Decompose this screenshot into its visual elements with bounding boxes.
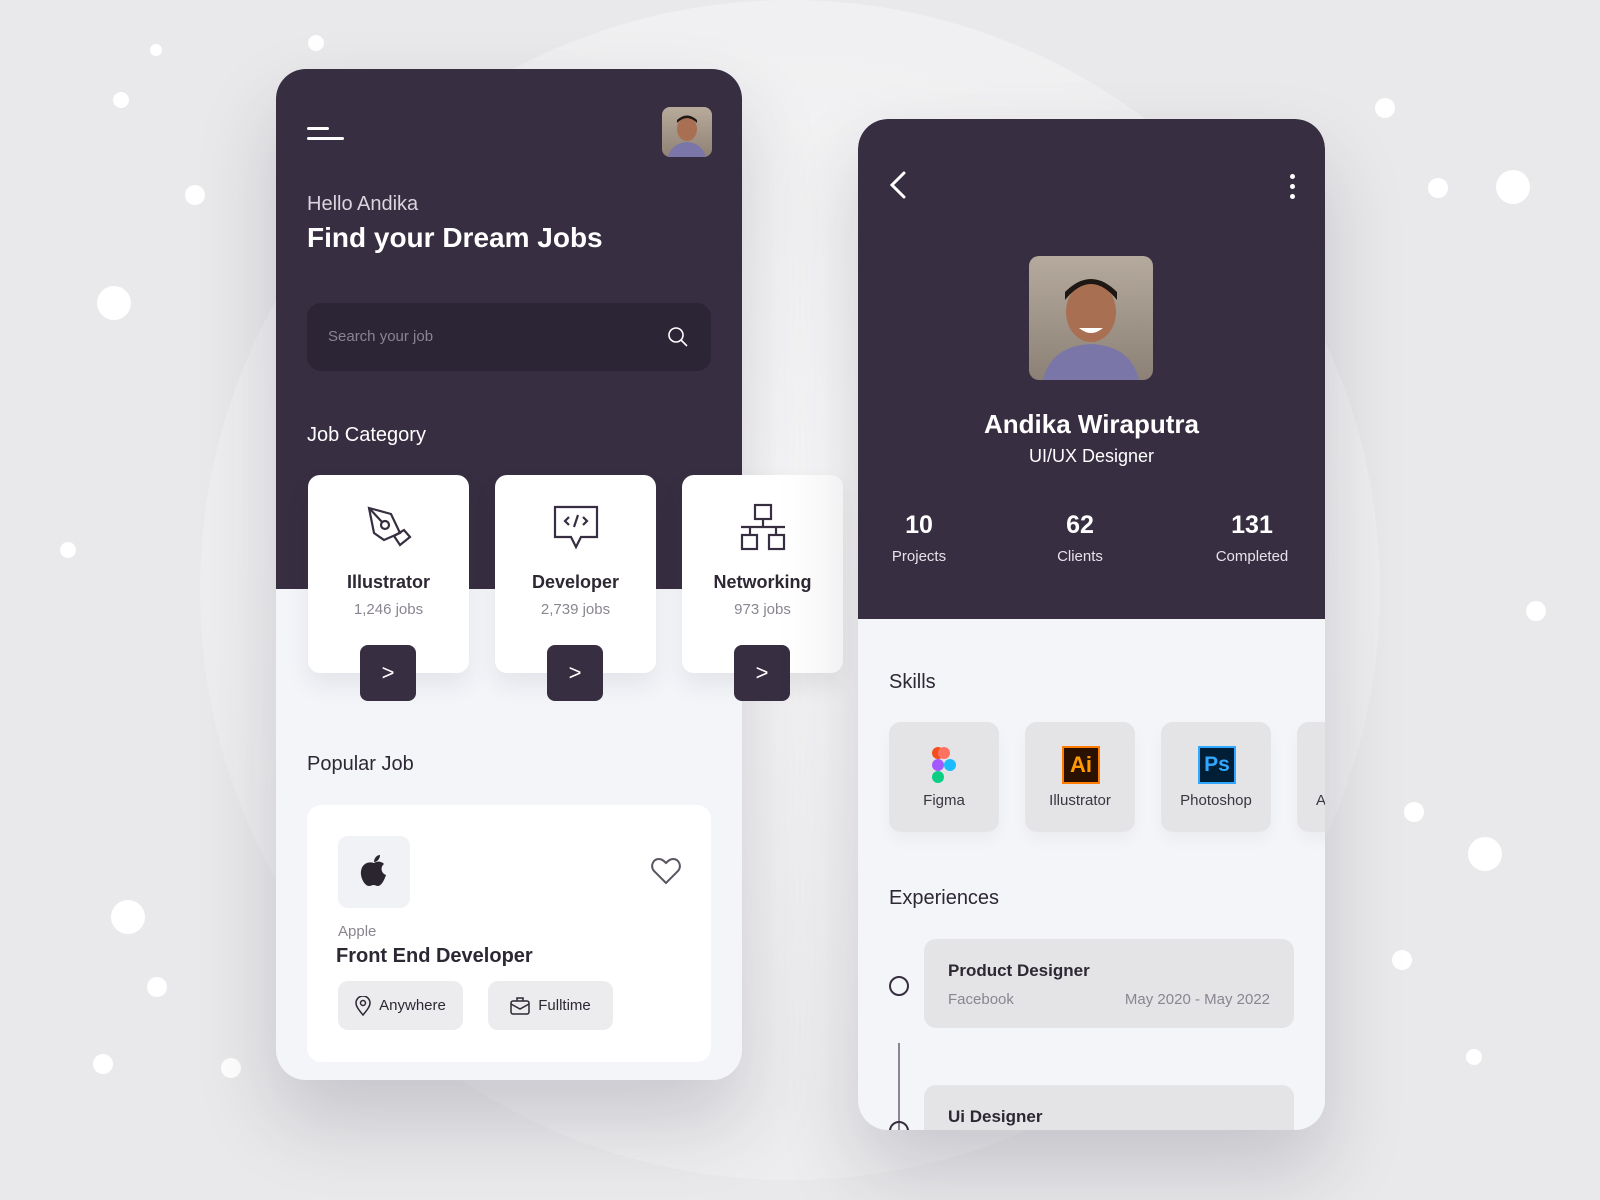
category-card-illustrator[interactable]: Illustrator 1,246 jobs > xyxy=(308,475,469,701)
stat-label: Projects xyxy=(891,548,947,565)
decor-dot xyxy=(185,185,205,205)
decor-dot xyxy=(1392,950,1412,970)
pen-tool-icon xyxy=(367,506,412,547)
location-chip[interactable]: Anywhere xyxy=(338,981,463,1030)
open-category-button[interactable]: > xyxy=(360,645,416,701)
stat-projects: 10 Projects xyxy=(858,511,989,565)
illustrator-icon: Ai xyxy=(1062,746,1100,784)
decor-dot xyxy=(1404,802,1424,822)
skill-label: Figma xyxy=(923,792,965,809)
skills-heading: Skills xyxy=(889,671,936,693)
avatar[interactable] xyxy=(662,107,712,157)
skill-photoshop[interactable]: Ps Photoshop xyxy=(1161,722,1271,832)
decor-dot xyxy=(1468,837,1502,871)
open-category-button[interactable]: > xyxy=(734,645,790,701)
timeline-line xyxy=(898,1043,900,1130)
search-placeholder: Search your job xyxy=(328,328,434,345)
skill-figma[interactable]: Figma xyxy=(889,722,999,832)
stat-completed: 131 Completed xyxy=(1182,511,1322,565)
category-name: Illustrator xyxy=(346,572,430,592)
skill-partial[interactable]: A xyxy=(1297,722,1325,832)
category-card-developer[interactable]: Developer 2,739 jobs > xyxy=(495,475,656,701)
heart-icon[interactable] xyxy=(651,857,681,885)
photoshop-icon: Ps xyxy=(1198,746,1236,784)
skill-label: Illustrator xyxy=(1049,792,1111,809)
decor-dot xyxy=(113,92,129,108)
job-title: Front End Developer xyxy=(336,945,533,967)
skill-label: Photoshop xyxy=(1180,792,1252,809)
open-category-button[interactable]: > xyxy=(547,645,603,701)
location-label: Anywhere xyxy=(379,997,446,1014)
location-pin-icon xyxy=(355,995,371,1016)
skill-illustrator[interactable]: Ai Illustrator xyxy=(1025,722,1135,832)
figma-icon xyxy=(932,747,956,783)
job-type-label: Fulltime xyxy=(538,997,591,1014)
decor-dot xyxy=(1375,98,1395,118)
job-type-chip[interactable]: Fulltime xyxy=(488,981,613,1030)
decor-dot xyxy=(111,900,145,934)
category-name: Developer xyxy=(531,572,620,592)
experience-title: Ui Designer xyxy=(948,1107,1043,1126)
decor-dot xyxy=(147,977,167,997)
company-name: Apple xyxy=(338,923,377,940)
decor-dot xyxy=(1526,601,1546,621)
timeline-dot xyxy=(889,976,909,996)
job-category-heading: Job Category xyxy=(307,424,426,446)
category-count: 2,739 jobs xyxy=(540,601,611,618)
profile-role: UI/UX Designer xyxy=(1028,446,1155,466)
experience-dates: May 2020 - May 2022 xyxy=(1124,991,1270,1008)
experience-company: Facebook xyxy=(948,991,1014,1008)
popular-job-heading: Popular Job xyxy=(307,753,414,775)
decor-dot xyxy=(150,44,162,56)
decor-dot xyxy=(1466,1049,1482,1065)
stat-value: 62 xyxy=(1066,511,1094,539)
category-count: 1,246 jobs xyxy=(353,601,424,618)
category-count: 973 jobs xyxy=(734,601,791,618)
category-name: Networking xyxy=(713,572,812,592)
search-input[interactable]: Search your job xyxy=(307,303,711,371)
profile-name: Andika Wiraputra xyxy=(983,409,1200,439)
decor-dot xyxy=(1496,170,1530,204)
experiences-heading: Experiences xyxy=(889,887,1000,909)
page-title: Find your Dream Jobs xyxy=(307,222,603,253)
decor-dot xyxy=(308,35,324,51)
greeting: Hello Andika xyxy=(307,193,419,215)
stat-value: 10 xyxy=(905,511,933,539)
decor-dot xyxy=(93,1054,113,1074)
stat-value: 131 xyxy=(1231,511,1273,539)
briefcase-icon xyxy=(510,996,530,1015)
timeline-dot xyxy=(889,1121,909,1130)
decor-dot xyxy=(1428,178,1448,198)
network-icon xyxy=(740,503,785,551)
decor-dot xyxy=(60,542,76,558)
experience-item[interactable]: Ui Designer xyxy=(924,1085,1294,1130)
menu-icon[interactable] xyxy=(307,127,344,140)
home-screen: Hello Andika Find your Dream Jobs Search… xyxy=(276,69,843,1080)
search-icon[interactable] xyxy=(667,326,689,348)
category-card-networking[interactable]: Networking 973 jobs > xyxy=(682,475,843,701)
stat-label: Completed xyxy=(1215,548,1289,565)
code-icon xyxy=(553,505,598,550)
back-arrow-icon[interactable] xyxy=(888,171,908,199)
apple-icon xyxy=(360,855,386,886)
decor-dot xyxy=(221,1058,241,1078)
profile-screen: Andika Wiraputra UI/UX Designer 10 Projec… xyxy=(858,119,1325,1130)
stat-clients: 62 Clients xyxy=(1010,511,1150,565)
experience-item[interactable]: Product Designer Facebook May 2020 - May… xyxy=(924,939,1294,1028)
job-card[interactable]: Apple Front End Developer Anywhere Fullt… xyxy=(307,805,711,1062)
more-options-icon[interactable] xyxy=(1290,174,1295,199)
decor-dot xyxy=(97,286,131,320)
experience-title: Product Designer xyxy=(948,961,1090,980)
skill-label: A xyxy=(1316,792,1325,809)
company-logo xyxy=(338,836,410,908)
profile-photo xyxy=(1029,256,1153,380)
stat-label: Clients xyxy=(1057,548,1103,565)
